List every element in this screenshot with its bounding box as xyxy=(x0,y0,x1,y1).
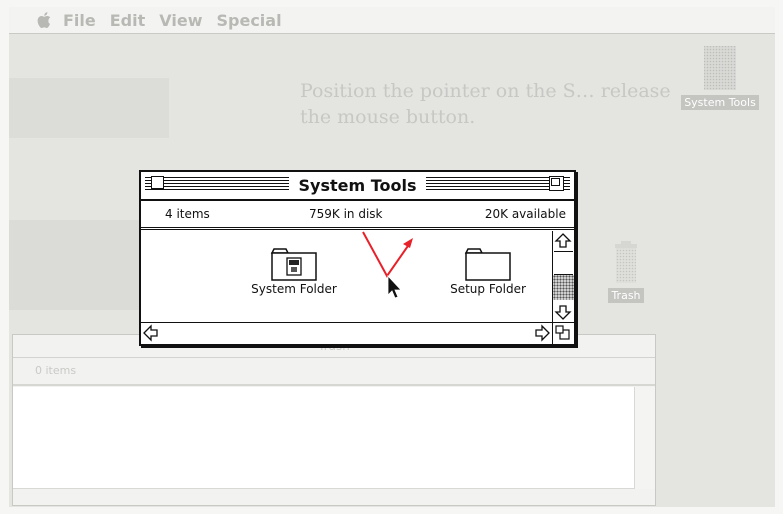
scroll-up-arrow-icon[interactable] xyxy=(553,231,573,251)
menu-special[interactable]: Special xyxy=(216,11,281,30)
item-count: 4 items xyxy=(165,207,210,221)
trash-window-content xyxy=(13,387,635,489)
size-box-icon xyxy=(555,325,570,340)
ghost-block xyxy=(9,78,169,138)
menu-edit[interactable]: Edit xyxy=(110,11,146,30)
title-bar[interactable]: System Tools xyxy=(141,172,574,201)
menu-file[interactable]: File xyxy=(63,11,96,30)
vertical-scrollbar[interactable] xyxy=(552,231,574,322)
horizontal-scrollbar[interactable] xyxy=(141,322,552,344)
desktop-icon-label: System Tools xyxy=(681,95,759,110)
ghost-instruction-text: Position the pointer on the S… release t… xyxy=(300,78,680,130)
apple-icon[interactable] xyxy=(37,11,53,29)
scroll-left-arrow-icon[interactable] xyxy=(141,323,161,343)
folder-icon xyxy=(464,248,511,281)
trash-window-info: 0 items xyxy=(13,358,655,386)
trash-window[interactable]: Trash 0 items xyxy=(12,334,656,506)
info-bar: 4 items 759K in disk 20K available xyxy=(141,201,574,230)
scroll-down-arrow-icon[interactable] xyxy=(553,302,573,322)
window-content: System Folder Setup Folder xyxy=(141,231,552,322)
disk-icon xyxy=(704,46,736,90)
folder-setup-folder[interactable]: Setup Folder xyxy=(433,247,543,296)
desktop-icon-label: Trash xyxy=(608,288,644,303)
scroll-track[interactable] xyxy=(553,275,574,300)
system-folder-icon xyxy=(270,248,317,281)
window-title-wrap: System Tools xyxy=(141,172,574,199)
menu-bar: File Edit View Special xyxy=(9,7,775,34)
ghost-block xyxy=(9,220,139,310)
trash-window-scrollbar[interactable] xyxy=(635,387,655,489)
trash-icon xyxy=(615,241,637,283)
disk-usage: 759K in disk xyxy=(309,207,383,221)
folder-label: System Folder xyxy=(251,282,337,296)
desktop-icon-trash[interactable]: Trash xyxy=(598,240,654,303)
available-space: 20K available xyxy=(484,207,566,221)
desktop-icon-system-tools[interactable]: System Tools xyxy=(672,45,768,110)
folder-system-folder[interactable]: System Folder xyxy=(239,247,349,296)
scroll-thumb[interactable] xyxy=(554,251,573,275)
menu-view[interactable]: View xyxy=(159,11,202,30)
ghost-instruction-line: Position the pointer on the S… release t… xyxy=(300,80,671,128)
scroll-right-arrow-icon[interactable] xyxy=(532,323,552,343)
size-box[interactable] xyxy=(552,322,574,344)
window-title: System Tools xyxy=(290,176,425,195)
folder-label: Setup Folder xyxy=(450,282,526,296)
system-tools-window[interactable]: System Tools 4 items 759K in disk 20K av… xyxy=(139,170,576,346)
